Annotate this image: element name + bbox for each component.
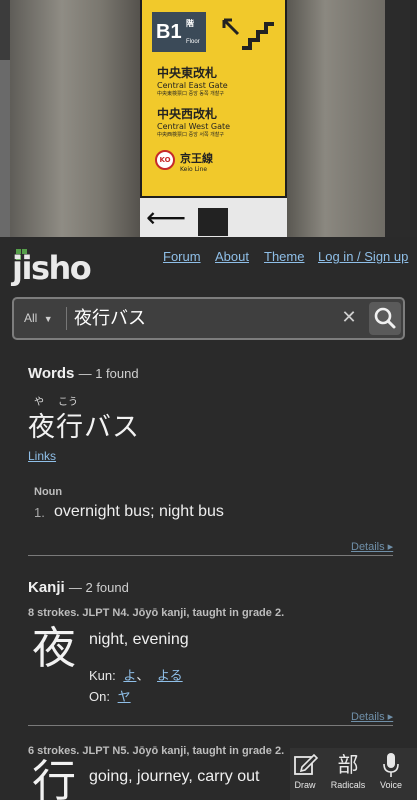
divider xyxy=(28,555,393,556)
search-bar: All ▼ 夜行バス ✕ xyxy=(12,297,405,340)
search-filter-select[interactable]: All ▼ xyxy=(24,299,53,338)
kanji-meaning: night, evening xyxy=(89,631,189,648)
pillar xyxy=(285,0,385,237)
on-reading-link[interactable]: ヤ xyxy=(118,689,131,704)
jisho-logo[interactable]: jisho xyxy=(12,246,92,288)
line-name: 京王線 Keio Line xyxy=(180,152,213,173)
pencil-icon xyxy=(294,753,319,775)
sense-number: 1. xyxy=(34,505,45,520)
on-reading: On: ヤ xyxy=(89,689,131,704)
kanji-character[interactable]: 夜 xyxy=(32,624,76,674)
floor-badge: B1 階 Floor xyxy=(152,12,206,52)
search-input[interactable]: 夜行バス xyxy=(74,299,334,338)
floor-en: Floor xyxy=(186,39,200,45)
logo-text: jisho xyxy=(12,249,92,287)
voice-button[interactable]: Voice xyxy=(376,748,406,800)
details-link[interactable]: Details ▸ xyxy=(351,710,393,723)
floor-label: B1 xyxy=(156,21,182,43)
background xyxy=(385,0,417,237)
nav-forum[interactable]: Forum xyxy=(163,249,201,264)
words-heading: Words — 1 found xyxy=(28,365,139,382)
input-tools: Draw 部 Radicals Voice xyxy=(290,748,417,800)
word-text: 夜行バス xyxy=(28,412,140,443)
nav-theme[interactable]: Theme xyxy=(264,249,304,264)
sense-meaning: overnight bus; night bus xyxy=(54,503,224,520)
close-icon[interactable]: ✕ xyxy=(338,307,360,329)
station-sign: B1 階 Floor 中央東改札 Central East Gate 中央東検票… xyxy=(140,0,287,198)
site-header: jisho Forum About Theme Log in / Sign up xyxy=(0,237,417,295)
gate-east: 中央東改札 Central East Gate 中央東検票口 중앙 동쪽 개찰구 xyxy=(157,66,228,97)
microphone-icon xyxy=(383,753,399,777)
kun-reading-link[interactable]: よる xyxy=(157,668,183,683)
details-link[interactable]: Details ▸ xyxy=(351,540,393,553)
nav-login[interactable]: Log in / Sign up xyxy=(318,249,408,264)
arrow-left-icon: ⟵ xyxy=(146,201,187,234)
links-link[interactable]: Links xyxy=(28,449,56,463)
nav-about[interactable]: About xyxy=(215,249,249,264)
divider xyxy=(66,307,67,330)
header-photo: B1 階 Floor 中央東改札 Central East Gate 中央東検票… xyxy=(0,0,417,237)
kanji-meaning: going, journey, carry out xyxy=(89,768,260,785)
pillar xyxy=(10,0,140,237)
kanji-character[interactable]: 行 xyxy=(32,757,76,800)
kanji-info: 8 strokes. JLPT N4. Jōyō kanji, taught i… xyxy=(28,607,285,619)
gate-west: 中央西改札 Central West Gate 中央西検票口 중앙 서쪽 개찰구 xyxy=(157,107,231,138)
line-code-badge: KO xyxy=(155,150,175,170)
radicals-button[interactable]: 部 Radicals xyxy=(328,748,368,800)
search-button[interactable] xyxy=(369,302,401,335)
stairs-icon xyxy=(222,18,274,50)
kanji-heading: Kanji — 2 found xyxy=(28,579,129,596)
search-icon xyxy=(374,307,396,329)
direction-sign: ⟵ xyxy=(140,198,287,237)
divider xyxy=(28,725,393,726)
kun-reading: Kun: よ、 よる xyxy=(89,668,183,683)
draw-button[interactable]: Draw xyxy=(290,748,320,800)
kun-reading-link[interactable]: よ xyxy=(123,668,136,683)
radicals-glyph: 部 xyxy=(337,753,359,777)
escalator-icon xyxy=(198,208,228,236)
caret-down-icon: ▼ xyxy=(43,314,53,324)
part-of-speech: Noun xyxy=(34,486,63,498)
